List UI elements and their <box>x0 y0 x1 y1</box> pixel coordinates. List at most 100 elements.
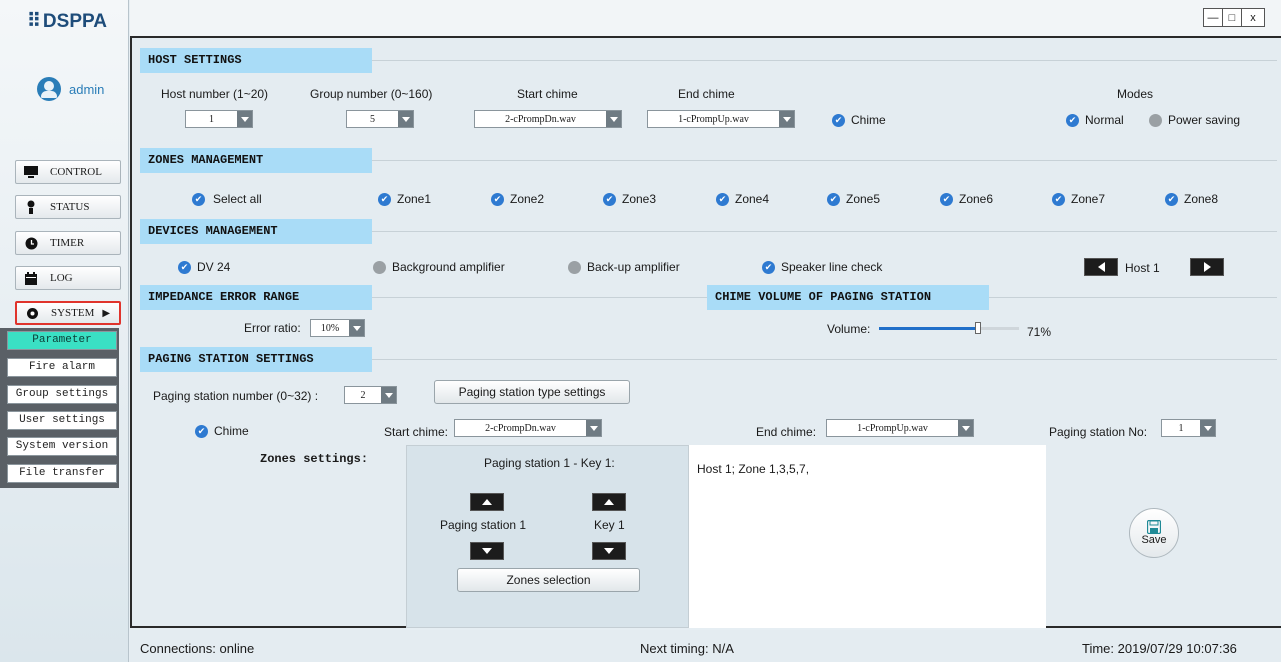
dv24-checkbox[interactable]: ✔ DV 24 <box>178 260 230 274</box>
zone6-checkbox[interactable]: ✔ Zone6 <box>940 192 993 206</box>
zone8-checkbox[interactable]: ✔ Zone8 <box>1165 192 1218 206</box>
chevron-down-icon <box>779 111 794 127</box>
zones-panel-title: Paging station 1 - Key 1: <box>484 456 615 470</box>
zone5-checkbox[interactable]: ✔ Zone5 <box>827 192 880 206</box>
paging-station-no-label: Paging station No: <box>1049 425 1148 439</box>
volume-slider[interactable] <box>879 322 1019 334</box>
dsppa-logo: ⠿ DSPPA <box>27 11 107 32</box>
up-arrow-icon <box>482 499 492 505</box>
zones-result-text: Host 1; Zone 1,3,5,7, <box>697 462 810 476</box>
gear-icon <box>25 306 39 320</box>
zones-selection-button[interactable]: Zones selection <box>457 568 640 592</box>
station-down-button[interactable] <box>470 542 504 560</box>
chevron-down-icon <box>349 320 364 336</box>
close-button[interactable]: x <box>1242 9 1264 26</box>
zone3-checkbox[interactable]: ✔ Zone3 <box>603 192 656 206</box>
paging-station-no-select[interactable]: 1 <box>1161 419 1216 437</box>
host-next-button[interactable] <box>1190 258 1224 276</box>
submenu-system-version[interactable]: System version <box>7 437 117 456</box>
zone-label: Zone1 <box>397 192 432 206</box>
submenu-group-settings[interactable]: Group settings <box>7 385 117 404</box>
host-chime-checkbox[interactable]: ✔ Chime <box>832 113 886 127</box>
chevron-down-icon <box>606 111 621 127</box>
check-icon: ✔ <box>716 192 729 206</box>
person-icon <box>24 200 38 214</box>
paging-station-no-value: 1 <box>1178 422 1184 434</box>
paging-chime-label: Chime <box>214 424 249 438</box>
dv24-label: DV 24 <box>197 260 231 274</box>
zone7-checkbox[interactable]: ✔ Zone7 <box>1052 192 1105 206</box>
zone-label: Zone2 <box>510 192 545 206</box>
chevron-down-icon <box>958 420 973 436</box>
station-up-button[interactable] <box>470 493 504 511</box>
volume-slider-thumb[interactable] <box>975 322 982 334</box>
submenu-fire-alarm[interactable]: Fire alarm <box>7 358 117 377</box>
nav-log-label: LOG <box>50 272 73 284</box>
end-chime-select[interactable]: 1-cPrompUp.wav <box>647 110 795 128</box>
right-arrow-icon <box>1203 262 1211 272</box>
paging-number-label: Paging station number (0~32) : <box>153 389 319 403</box>
clock-icon <box>24 236 38 250</box>
next-timing: Next timing: N/A <box>640 641 734 656</box>
host-number-label: Host number (1~20) <box>161 87 269 101</box>
divider <box>989 297 1277 298</box>
start-chime-value: 2-cPrompDn.wav <box>505 113 576 125</box>
check-icon: ✔ <box>603 192 616 206</box>
paging-end-chime-value: 1-cPrompUp.wav <box>857 422 928 434</box>
paging-end-chime-select[interactable]: 1-cPrompUp.wav <box>826 419 974 437</box>
speaker-line-check-label: Speaker line check <box>781 260 883 274</box>
backup-amplifier-checkbox[interactable]: Back-up amplifier <box>568 260 680 274</box>
host-settings-heading: HOST SETTINGS <box>140 48 372 73</box>
devices-management-heading: DEVICES MANAGEMENT <box>140 219 372 244</box>
unchecked-icon <box>568 260 581 274</box>
select-all-checkbox[interactable]: ✔ Select all <box>192 192 262 206</box>
maximize-button[interactable]: □ <box>1223 9 1242 26</box>
key-up-button[interactable] <box>592 493 626 511</box>
paging-settings-heading: PAGING STATION SETTINGS <box>140 347 372 372</box>
power-saving-radio[interactable]: Power saving <box>1149 113 1240 127</box>
check-icon: ✔ <box>1052 192 1065 206</box>
nav-control-button[interactable]: CONTROL <box>15 160 121 184</box>
nav-log-button[interactable]: LOG <box>15 266 121 290</box>
paging-number-select[interactable]: 2 <box>344 386 397 404</box>
power-saving-label: Power saving <box>1168 113 1241 127</box>
nav-status-button[interactable]: STATUS <box>15 195 121 219</box>
speaker-line-check-checkbox[interactable]: ✔ Speaker line check <box>762 260 882 274</box>
key-down-button[interactable] <box>592 542 626 560</box>
minimize-button[interactable]: — <box>1204 9 1223 26</box>
submenu-parameter[interactable]: Parameter <box>7 331 117 350</box>
zone2-checkbox[interactable]: ✔ Zone2 <box>491 192 544 206</box>
impedance-heading: IMPEDANCE ERROR RANGE <box>140 285 372 310</box>
volume-fill <box>879 327 979 330</box>
check-icon: ✔ <box>178 260 191 274</box>
error-ratio-select[interactable]: 10% <box>310 319 365 337</box>
background-amplifier-label: Background amplifier <box>392 260 505 274</box>
paging-chime-checkbox[interactable]: ✔ Chime <box>195 424 249 438</box>
chevron-down-icon <box>237 111 252 127</box>
paging-type-settings-button[interactable]: Paging station type settings <box>434 380 630 404</box>
select-all-label: Select all <box>213 192 262 206</box>
monitor-icon <box>24 165 38 179</box>
start-chime-select[interactable]: 2-cPrompDn.wav <box>474 110 622 128</box>
host-prev-button[interactable] <box>1084 258 1118 276</box>
submenu-file-transfer[interactable]: File transfer <box>7 464 117 483</box>
host-number-select[interactable]: 1 <box>185 110 253 128</box>
paging-start-chime-select[interactable]: 2-cPrompDn.wav <box>454 419 602 437</box>
nav-system-button[interactable]: SYSTEM ▶ <box>15 301 121 325</box>
chevron-down-icon <box>586 420 601 436</box>
zone4-checkbox[interactable]: ✔ Zone4 <box>716 192 769 206</box>
normal-mode-radio[interactable]: ✔ Normal <box>1066 113 1124 127</box>
zone1-checkbox[interactable]: ✔ Zone1 <box>378 192 431 206</box>
volume-label: Volume: <box>827 322 871 336</box>
up-arrow-icon <box>604 499 614 505</box>
submenu-user-settings[interactable]: User settings <box>7 411 117 430</box>
divider <box>372 359 1277 360</box>
end-chime-value: 1-cPrompUp.wav <box>678 113 749 125</box>
background-amplifier-checkbox[interactable]: Background amplifier <box>373 260 505 274</box>
nav-timer-button[interactable]: TIMER <box>15 231 121 255</box>
host-chime-label: Chime <box>851 113 886 127</box>
group-number-select[interactable]: 5 <box>346 110 414 128</box>
save-button[interactable]: Save <box>1129 508 1179 558</box>
divider <box>372 297 707 298</box>
floppy-disk-icon <box>1147 520 1161 534</box>
